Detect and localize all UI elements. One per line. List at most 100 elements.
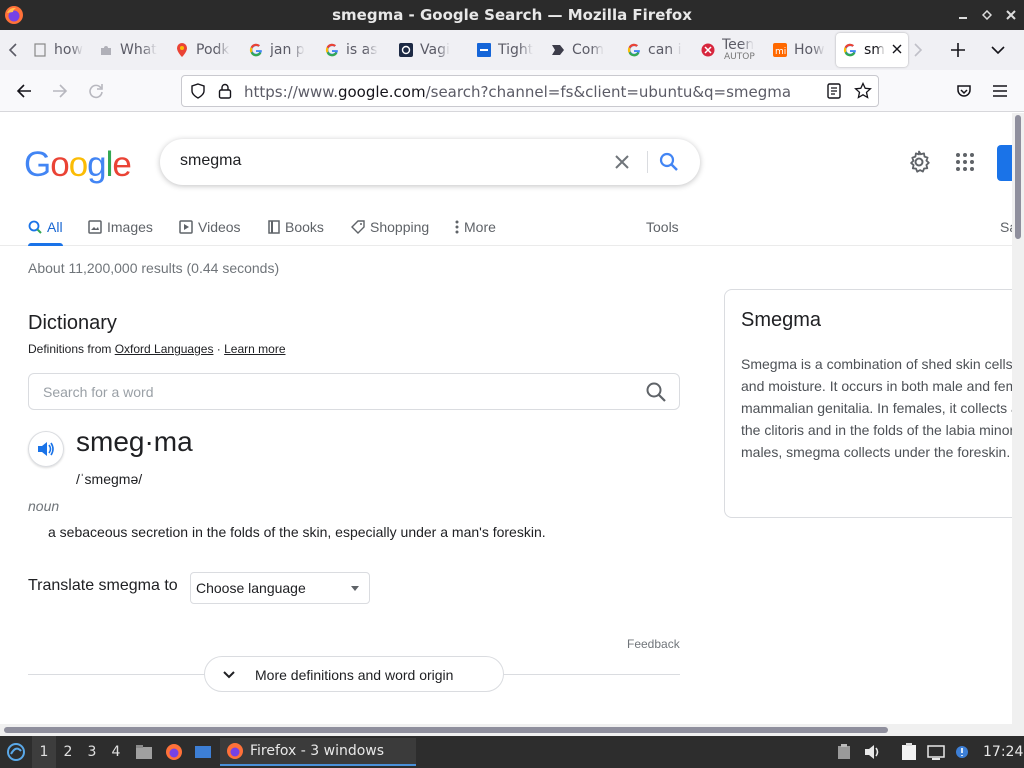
browser-tab-label: Com [572, 42, 604, 58]
search-icon [28, 220, 42, 234]
google-logo-letter: G [24, 145, 51, 184]
search-type-tabs: All Images Videos Books Shopping More Tools S… [0, 209, 1012, 246]
search-submit-button[interactable] [657, 150, 681, 174]
close-tab-icon[interactable] [892, 42, 902, 58]
search-tab-all[interactable]: All [28, 213, 63, 246]
reload-button[interactable] [81, 76, 111, 106]
dropdown-caret-icon [351, 586, 359, 591]
oxford-languages-link[interactable]: Oxford Languages [115, 342, 214, 356]
browser-tab-label: Podk [196, 42, 230, 58]
definition: a sebaceous secretion in the folds of th… [48, 524, 546, 540]
window-titlebar: smegma - Google Search — Mozilla Firefox [0, 0, 1024, 30]
browser-tab[interactable]: Podk [168, 33, 242, 67]
google-logo-letter: o [68, 145, 88, 184]
url-text: https://www.google.com/search?channel=fs… [244, 83, 792, 101]
search-tab-more[interactable]: More [455, 213, 496, 241]
puzzle-icon [98, 42, 114, 58]
reader-view-icon[interactable] [827, 83, 841, 104]
google-apps-grid-icon[interactable] [952, 149, 978, 175]
browser-tab[interactable]: is as [318, 33, 392, 67]
google-logo[interactable]: Google [24, 145, 132, 185]
horizontal-scrollbar[interactable] [0, 724, 1012, 736]
firefox-launcher[interactable] [163, 736, 185, 768]
tracking-protection-shield-icon[interactable] [190, 83, 206, 104]
file-manager-launcher[interactable] [133, 736, 155, 768]
list-all-tabs-button[interactable] [982, 34, 1014, 66]
search-box[interactable]: smegma [160, 139, 700, 185]
browser-tab[interactable]: Tight [470, 33, 544, 67]
scrollbar-corner [1012, 724, 1024, 736]
app-menu-button[interactable] [985, 76, 1015, 106]
lock-icon[interactable] [218, 83, 232, 104]
search-divider [647, 151, 648, 173]
url-bar[interactable]: https://www.google.com/search?channel=fs… [181, 75, 879, 107]
vertical-scrollbar[interactable] [1012, 113, 1024, 724]
pronunciation-audio-button[interactable] [28, 431, 64, 467]
browser-tab[interactable]: jan p [242, 33, 318, 67]
word-search-input[interactable]: Search for a word [28, 373, 680, 410]
workspace-button[interactable]: 2 [56, 736, 80, 768]
language-select[interactable]: Choose language [190, 572, 370, 604]
bookmark-star-icon[interactable] [854, 81, 872, 105]
browser-tab[interactable]: Vagi [392, 33, 470, 67]
close-window-button[interactable] [1004, 4, 1018, 26]
network-icon[interactable] [925, 736, 947, 768]
dark-square-icon [398, 42, 414, 58]
search-tab-images[interactable]: Images [88, 213, 153, 241]
maps-pin-icon [174, 42, 190, 58]
clipboard-manager-icon[interactable] [898, 736, 920, 768]
browser-tab[interactable]: mi How [766, 33, 836, 67]
search-tab-books[interactable]: Books [268, 213, 324, 241]
show-desktop-button[interactable] [192, 736, 214, 768]
settings-gear-icon[interactable] [906, 149, 932, 175]
browser-tab[interactable]: Teen AUTOP [694, 33, 766, 67]
more-definitions-label: More definitions and word origin [255, 667, 454, 683]
clipboard-tray-icon[interactable] [834, 736, 854, 768]
forward-button[interactable] [45, 76, 75, 106]
feedback-link[interactable]: Feedback [627, 637, 680, 651]
tabs-scroll-left-button[interactable] [0, 30, 26, 70]
tools-button[interactable]: Tools [646, 213, 679, 241]
workspace-button[interactable]: 3 [80, 736, 104, 768]
search-tab-videos[interactable]: Videos [179, 213, 241, 241]
taskbar-window-firefox[interactable]: Firefox - 3 windows [220, 738, 416, 766]
safesearch-button[interactable]: Sa [1000, 213, 1012, 241]
search-icon [659, 152, 678, 171]
maximize-button[interactable] [980, 4, 994, 26]
window-title: smegma - Google Search — Mozilla Firefox [332, 6, 692, 24]
active-tab-underline [28, 243, 63, 246]
back-button[interactable] [9, 76, 39, 106]
image-icon [88, 220, 102, 234]
clear-search-button[interactable] [610, 150, 634, 174]
volume-icon[interactable] [862, 736, 884, 768]
new-tab-button[interactable] [942, 34, 974, 66]
browser-tab[interactable]: What [92, 33, 168, 67]
minimize-button[interactable] [956, 4, 970, 26]
close-icon [615, 155, 629, 169]
browser-tab[interactable]: how [26, 33, 92, 67]
word-search-placeholder: Search for a word [43, 384, 154, 400]
google-g-icon [626, 42, 642, 58]
sign-in-button[interactable] [997, 145, 1012, 181]
search-icon[interactable] [645, 381, 667, 403]
horizontal-scrollbar-thumb[interactable] [4, 727, 888, 733]
workspace-button[interactable]: 1 [32, 736, 56, 768]
learn-more-link[interactable]: Learn more [224, 342, 285, 356]
browser-tab[interactable]: sm [836, 33, 908, 67]
start-menu-button[interactable] [4, 736, 28, 768]
search-query[interactable]: smegma [180, 152, 241, 170]
pocket-button[interactable] [949, 76, 979, 106]
search-tab-label: All [47, 219, 63, 235]
search-tab-shopping[interactable]: Shopping [351, 213, 429, 241]
tabs-scroll-right-button[interactable] [902, 34, 934, 66]
workspace-button[interactable]: 4 [104, 736, 128, 768]
updates-notification-icon[interactable] [952, 736, 972, 768]
browser-tab-label: can i [648, 42, 682, 58]
more-definitions-button[interactable]: More definitions and word origin [204, 656, 504, 692]
tag-icon [351, 220, 365, 234]
vertical-scrollbar-thumb[interactable] [1015, 115, 1021, 239]
browser-tab-sublabel: AUTOP [724, 52, 755, 62]
browser-tab[interactable]: Com [544, 33, 620, 67]
folder-icon [136, 745, 152, 759]
browser-tab[interactable]: can i [620, 33, 694, 67]
